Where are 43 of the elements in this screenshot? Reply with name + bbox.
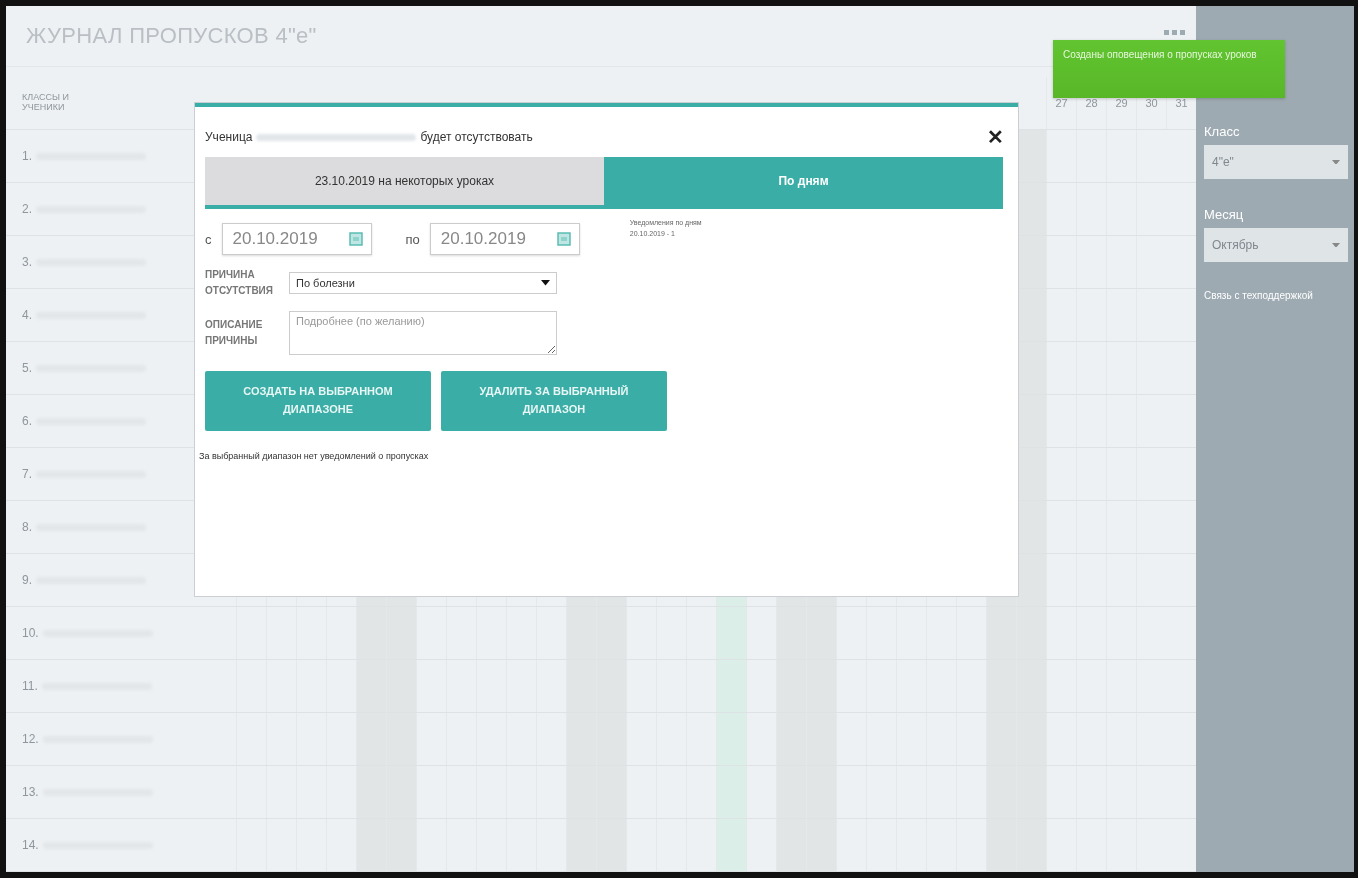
date-field[interactable]: 20.10.2019	[221, 223, 372, 255]
student-number: 6.	[22, 414, 32, 428]
student-number: 4.	[22, 308, 32, 322]
tab[interactable]: 23.10.2019 на некоторых уроках	[205, 157, 604, 205]
reason-label: ПРИЧИНА ОТСУТСТВИЯ	[205, 268, 274, 298]
menu-icon[interactable]	[1164, 30, 1186, 36]
caret-icon	[541, 280, 550, 286]
caret-icon	[1332, 159, 1340, 165]
to-label: по	[405, 231, 420, 247]
column-header: КЛАССЫ И УЧЕНИКИ	[22, 93, 70, 113]
caret-icon	[1332, 242, 1340, 248]
month-select[interactable]: Октябрь	[1204, 228, 1348, 262]
action-button[interactable]: УДАЛИТЬ ЗА ВЫБРАННЫЙ ДИАПАЗОН	[441, 371, 667, 431]
student-number: 2.	[22, 202, 32, 216]
dialog-title: будет отсутствовать	[420, 130, 533, 144]
action-button[interactable]: СОЗДАТЬ НА ВЫБРАННОМ ДИАПАЗОНЕ	[205, 371, 431, 431]
tab[interactable]: По дням	[604, 157, 1003, 205]
success-toast: Созданы оповещения о пропусках уроков	[1053, 40, 1285, 98]
description-label: ОПИСАНИЕ ПРИЧИНЫ	[205, 318, 264, 348]
class-label: Класс	[1204, 124, 1241, 139]
dialog-title: Ученица	[205, 130, 253, 144]
student-number: 1.	[22, 149, 32, 163]
student-number: 10.	[22, 626, 39, 640]
student-number: 11.	[22, 679, 38, 693]
student-number: 3.	[22, 255, 32, 269]
status-text: За выбранный диапазон нет уведомлений о пропусках	[199, 451, 430, 461]
student-number: 12.	[22, 732, 39, 746]
class-select[interactable]: 4"е"	[1204, 145, 1348, 179]
student-number: 5.	[22, 361, 32, 375]
description-field[interactable]: Подробнее (по желанию)	[289, 311, 557, 355]
student-number: 9.	[22, 573, 32, 587]
student-number: 7.	[22, 467, 32, 481]
calendar-icon[interactable]	[556, 232, 571, 246]
month-label: Месяц	[1204, 207, 1245, 222]
date-field[interactable]: 20.10.2019	[429, 223, 580, 255]
close-button[interactable]: ✕	[983, 125, 1008, 149]
student-number: 8.	[22, 520, 32, 534]
from-label: с	[205, 231, 212, 247]
student-number: 13.	[22, 785, 39, 799]
support-link[interactable]: Связь с техподдержкой	[1204, 290, 1348, 301]
calendar-icon[interactable]	[348, 232, 363, 246]
reason-select[interactable]: По болезни	[289, 272, 557, 294]
student-number: 14.	[22, 838, 39, 852]
